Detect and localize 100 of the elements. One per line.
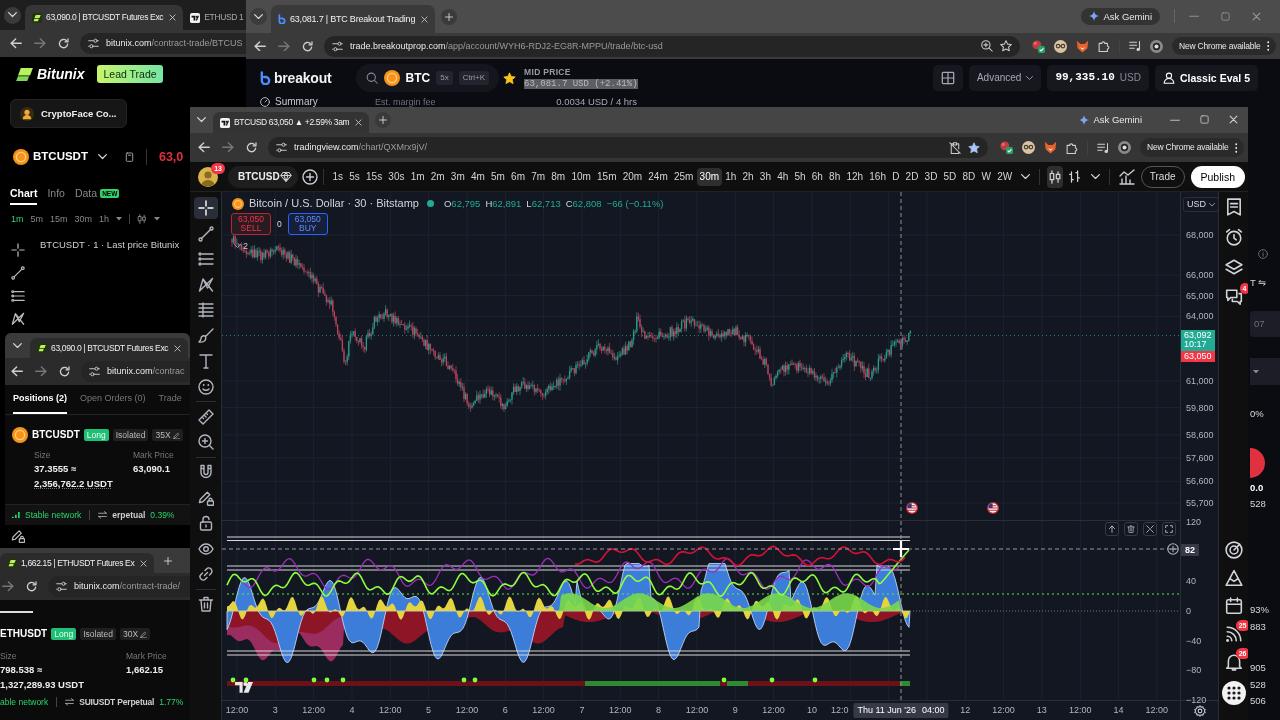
interval-button[interactable]: 20m bbox=[619, 167, 646, 186]
update-button[interactable]: New Chrome available bbox=[1140, 138, 1244, 157]
maximize-pane-button[interactable] bbox=[1162, 522, 1176, 536]
interval-button[interactable]: 6m bbox=[508, 167, 529, 186]
bar-chart-icon[interactable] bbox=[1118, 168, 1135, 185]
interval-button[interactable]: 10m bbox=[568, 167, 594, 186]
interval-button[interactable]: 6h bbox=[808, 167, 826, 186]
new-tab-button[interactable] bbox=[375, 112, 392, 128]
interval-button[interactable]: 1h bbox=[99, 213, 110, 225]
forward-icon[interactable] bbox=[35, 366, 47, 377]
account-button[interactable]: Classic Eval 5 bbox=[1154, 65, 1258, 91]
collapse-pane-button[interactable] bbox=[1143, 522, 1157, 536]
star-icon[interactable] bbox=[968, 141, 980, 154]
move-up-button[interactable] bbox=[1105, 522, 1119, 536]
interval-button[interactable]: W bbox=[978, 167, 995, 186]
forward-icon[interactable] bbox=[278, 40, 290, 52]
check-badge-icon[interactable] bbox=[1032, 39, 1045, 53]
chat-icon[interactable] bbox=[1224, 288, 1243, 306]
interval-button[interactable]: 1h bbox=[722, 167, 740, 186]
caret-down-icon[interactable] bbox=[154, 217, 161, 221]
address-bar[interactable]: trade.breakoutprop.com/app/account/WYH6-RDJ2-EG8R-MPPU/trade/btc-usd bbox=[324, 35, 1020, 57]
plus-circle-icon[interactable] bbox=[302, 168, 319, 185]
forward-icon[interactable] bbox=[222, 142, 234, 153]
dots-grid-icon[interactable] bbox=[1221, 681, 1246, 705]
address-bar[interactable]: bitunix.com/contrac bbox=[81, 361, 190, 382]
drawing-tool-button[interactable] bbox=[193, 197, 218, 219]
swap-icon[interactable] bbox=[65, 698, 75, 706]
market-search-button[interactable]: BTC 5x Ctrl+K bbox=[355, 64, 500, 92]
interval-button[interactable]: 8D bbox=[959, 167, 979, 186]
chevron-down-icon[interactable] bbox=[1090, 173, 1100, 180]
tab-menu-button[interactable] bbox=[250, 8, 267, 25]
tab-menu-button[interactable] bbox=[4, 6, 21, 24]
interval-button[interactable]: 5s bbox=[346, 167, 363, 186]
interval-button[interactable]: 15m bbox=[593, 167, 620, 186]
update-button[interactable]: New Chrome available bbox=[1172, 36, 1276, 56]
puzzle-icon[interactable] bbox=[1098, 40, 1110, 52]
pyramid-icon[interactable] bbox=[1224, 569, 1243, 587]
address-bar[interactable]: bitunix.com/contract-trade/ bbox=[48, 576, 190, 597]
interval-button[interactable]: 5m bbox=[30, 213, 44, 225]
flag-icon[interactable] bbox=[987, 502, 999, 514]
interval-button[interactable]: 3m bbox=[447, 167, 468, 186]
pencil-lock-icon[interactable] bbox=[11, 529, 25, 543]
browser-tab[interactable]: ETHUSD 1 bbox=[183, 5, 246, 30]
flag-icon[interactable] bbox=[906, 502, 918, 514]
star-icon[interactable] bbox=[503, 71, 517, 85]
panel-tab[interactable]: Open Orders (0) bbox=[80, 385, 146, 414]
buy-button[interactable]: 63,050 BUY bbox=[287, 213, 328, 235]
glasses-icon[interactable] bbox=[1022, 141, 1035, 154]
sliders-icon[interactable] bbox=[332, 40, 343, 52]
check-badge-icon[interactable] bbox=[1000, 141, 1013, 154]
reload-icon[interactable] bbox=[302, 40, 313, 52]
dropdown-field[interactable] bbox=[1250, 358, 1280, 385]
view-tab[interactable]: Chart bbox=[10, 184, 38, 205]
back-icon[interactable] bbox=[254, 40, 266, 52]
interval-button[interactable]: 2D bbox=[902, 167, 922, 186]
playlist-icon[interactable] bbox=[1129, 40, 1141, 52]
layout-button[interactable] bbox=[932, 65, 963, 91]
alarm-clock-icon[interactable] bbox=[1224, 228, 1243, 246]
chevron-down-icon[interactable] bbox=[1021, 173, 1031, 180]
interval-button[interactable]: 1m bbox=[407, 167, 428, 186]
reload-icon[interactable] bbox=[58, 38, 69, 49]
address-bar[interactable]: tradingview.com/chart/QXMrx9jV/ bbox=[268, 137, 988, 158]
reload-icon[interactable] bbox=[59, 366, 70, 377]
interval-button[interactable]: 24m bbox=[645, 167, 671, 186]
interval-button[interactable]: 8h bbox=[826, 167, 844, 186]
chevron-down-icon[interactable] bbox=[197, 117, 206, 123]
interval-button[interactable]: 2h bbox=[739, 167, 757, 186]
publish-button[interactable]: Publish bbox=[1190, 165, 1245, 188]
chevron-down-icon[interactable] bbox=[97, 154, 107, 160]
star-icon[interactable] bbox=[1000, 40, 1012, 52]
interval-button[interactable]: 25m bbox=[670, 167, 697, 186]
panel-tab[interactable]: Positions (2) bbox=[13, 385, 67, 414]
puzzle-icon[interactable] bbox=[1066, 141, 1078, 154]
bookmark-list-icon[interactable] bbox=[1224, 198, 1243, 216]
delete-pane-button[interactable] bbox=[1124, 522, 1138, 536]
leverage-button[interactable]: 35X bbox=[152, 428, 183, 442]
close-icon[interactable] bbox=[1252, 12, 1261, 21]
symbol-button[interactable]: BTCUSD bbox=[228, 165, 299, 188]
fox-icon[interactable] bbox=[1076, 39, 1089, 53]
reload-icon[interactable] bbox=[26, 581, 37, 592]
panel-tab[interactable]: Trade bbox=[158, 385, 182, 414]
info-icon[interactable] bbox=[1258, 249, 1268, 259]
interval-button[interactable]: 12h bbox=[843, 167, 867, 186]
fox-icon[interactable] bbox=[1044, 141, 1057, 154]
interval-button[interactable]: 4m bbox=[467, 167, 488, 186]
close-icon[interactable] bbox=[421, 15, 429, 23]
close-icon[interactable] bbox=[355, 119, 363, 126]
browser-tab[interactable]: 63,090.0 | BTCUSDT Futures Exc bbox=[30, 338, 189, 358]
leverage-button[interactable]: 30X bbox=[119, 627, 151, 641]
browser-tab[interactable]: 1,662.15 | ETHUSDT Futures Ex bbox=[0, 553, 155, 573]
interval-button[interactable]: 3h bbox=[756, 167, 775, 186]
ring-icon[interactable] bbox=[1118, 141, 1131, 154]
ask-gemini-button[interactable]: Ask Gemini bbox=[1081, 7, 1160, 26]
interval-button[interactable]: 7m bbox=[528, 167, 549, 186]
view-mode-dropdown[interactable]: Advanced bbox=[968, 65, 1042, 91]
zoom-in-icon[interactable] bbox=[981, 40, 993, 52]
candlestick-icon[interactable] bbox=[137, 214, 148, 224]
interval-button[interactable]: 2m bbox=[427, 167, 448, 186]
settings-icon[interactable] bbox=[1193, 704, 1206, 717]
interval-button[interactable]: 1s bbox=[329, 167, 347, 186]
